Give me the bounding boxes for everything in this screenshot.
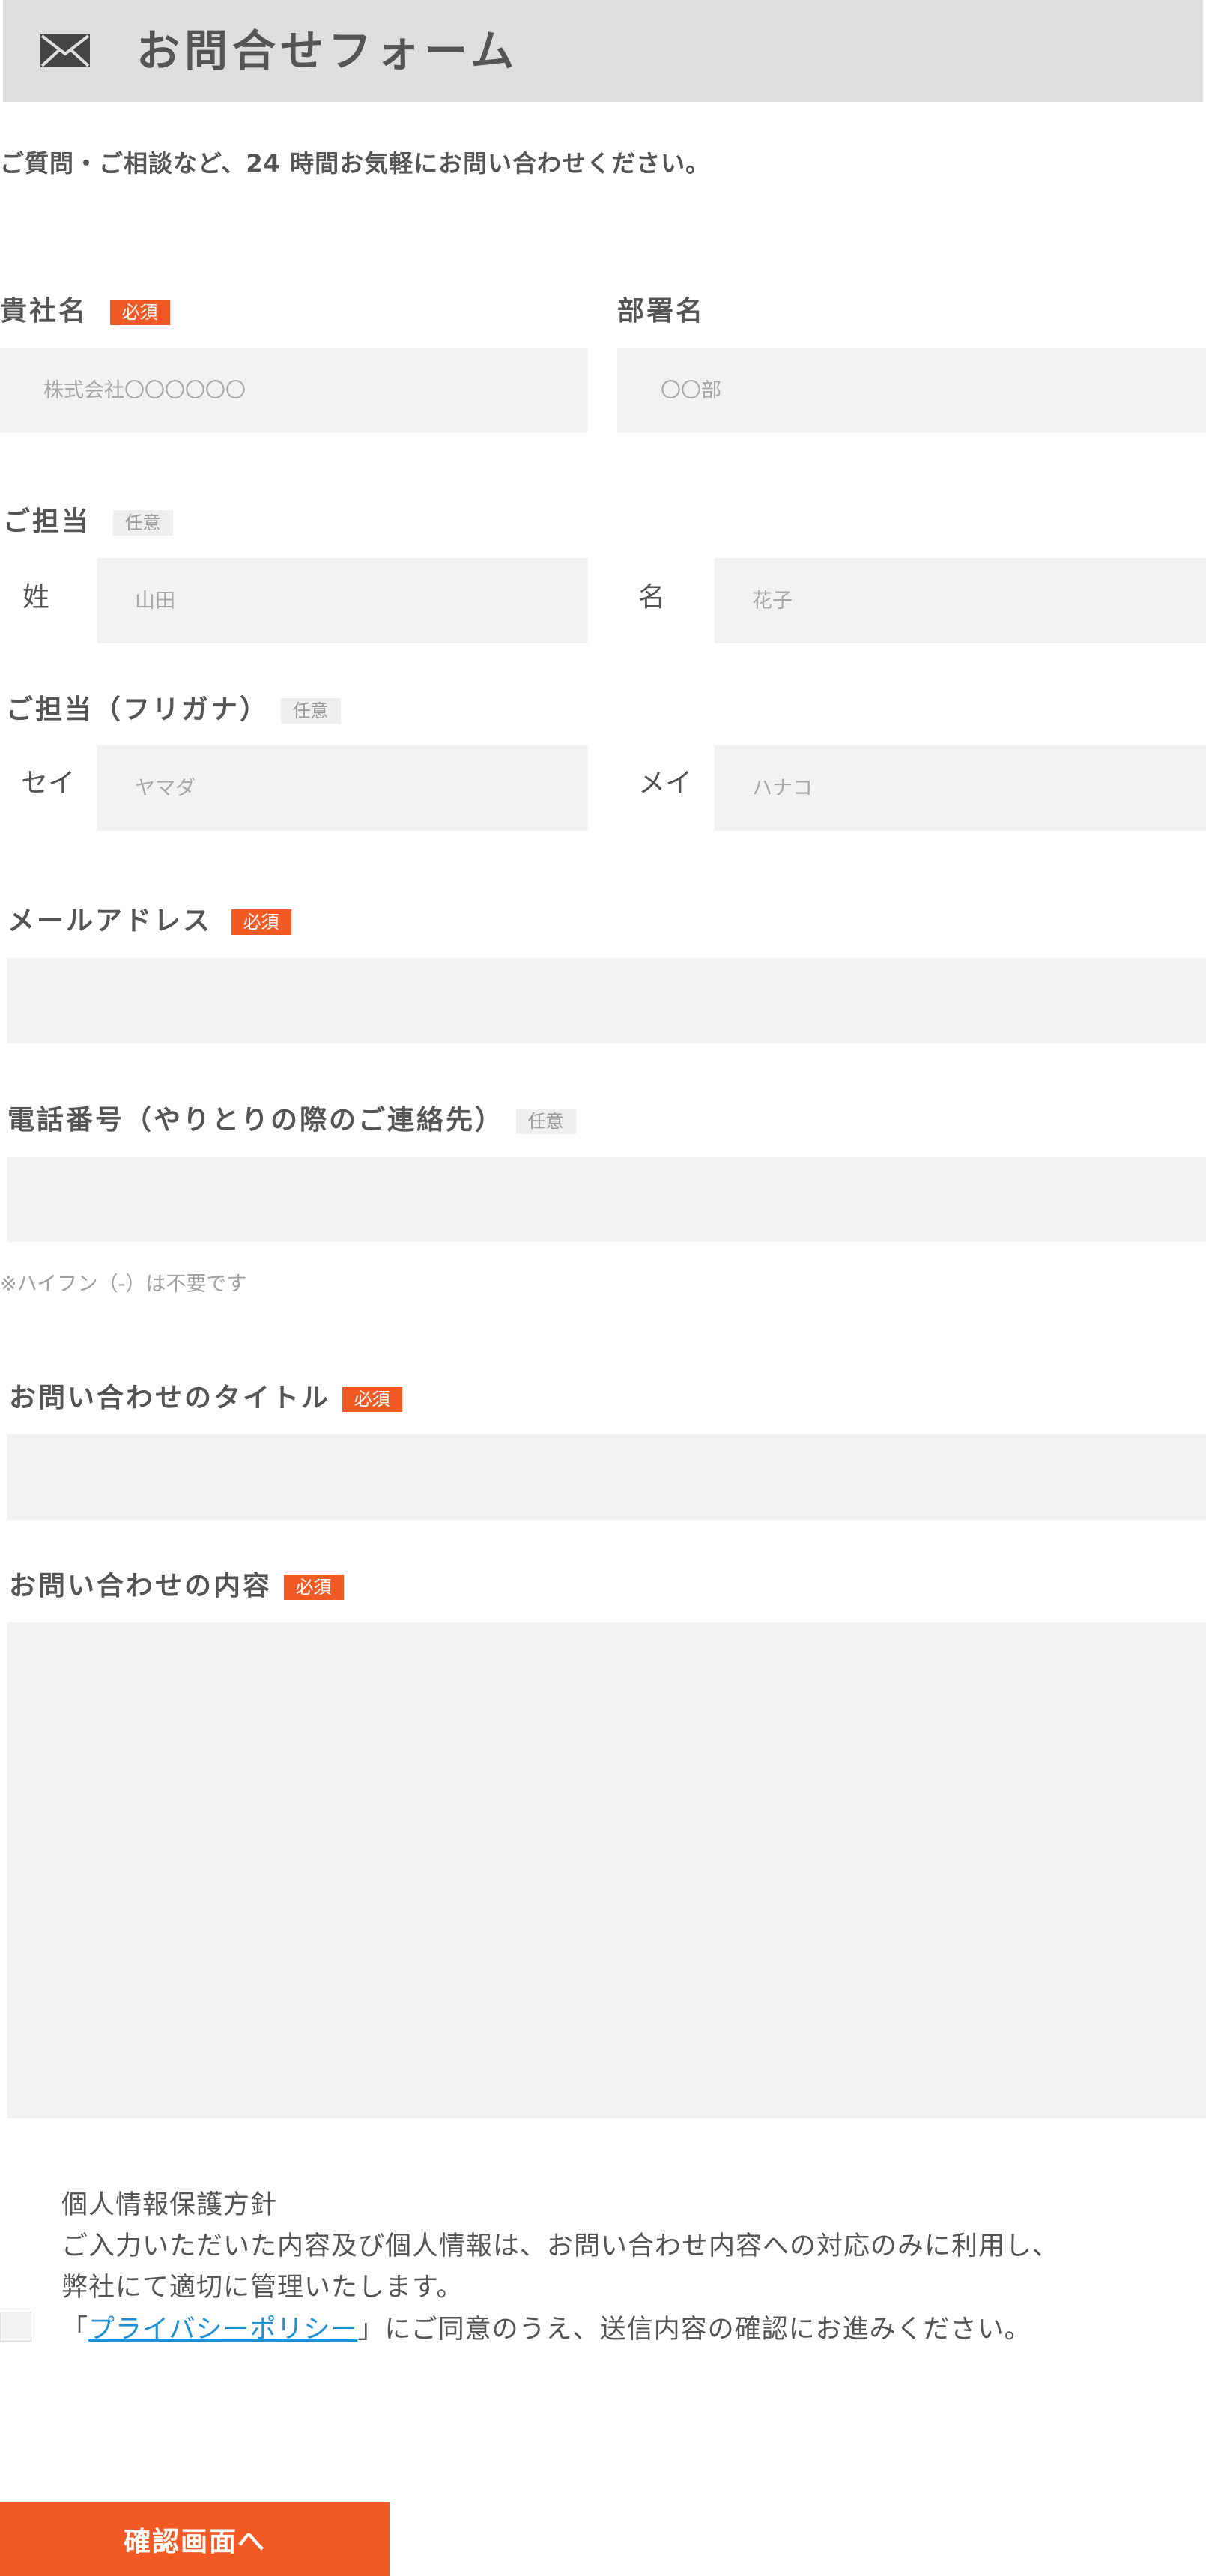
subject-label-text: お問い合わせのタイトル (9, 1383, 331, 1413)
privacy-policy-link[interactable]: プライバシーポリシー (88, 2315, 357, 2345)
kana-last-label: セイ (21, 768, 76, 798)
subject-input[interactable] (7, 1434, 1206, 1520)
phone-label: 電話番号（やりとりの際のご連絡先） 任意 (7, 1103, 576, 1139)
phone-note: ※ハイフン（-）は不要です (0, 1273, 247, 1296)
message-label: お問い合わせの内容 必須 (9, 1569, 344, 1604)
envelope-icon (40, 34, 90, 67)
email-input[interactable] (7, 958, 1206, 1043)
intro-text: ご質問・ご相談など、24 時間お気軽にお問い合わせください。 (0, 149, 711, 178)
phone-input[interactable] (7, 1157, 1206, 1242)
kana-label: ご担当（フリガナ） 任意 (6, 692, 341, 728)
department-label: 部署名 (617, 296, 706, 327)
company-label: 貴社名 必須 (0, 294, 170, 330)
form-header: お問合せフォーム (3, 0, 1203, 102)
email-label-text: メールアドレス (7, 906, 213, 936)
kana-first-label: メイ (638, 768, 693, 798)
privacy-consent-line: 「プライバシーポリシー」にご同意のうえ、送信内容の確認にお進みください。 (61, 2309, 1031, 2351)
phone-label-text: 電話番号（やりとりの際のご連絡先） (7, 1105, 505, 1136)
first-name-label: 名 (638, 582, 666, 613)
kana-first-input[interactable] (715, 745, 1206, 831)
first-name-input[interactable] (715, 558, 1206, 643)
confirm-button[interactable]: 確認画面へ (0, 2502, 390, 2576)
privacy-line-2: 弊社にて適切に管理いたします。 (61, 2273, 464, 2303)
agree-checkbox[interactable] (0, 2312, 31, 2342)
page-title: お問合せフォーム (136, 25, 519, 76)
company-label-text: 貴社名 (0, 296, 88, 327)
required-badge: 必須 (342, 1387, 402, 1412)
kana-label-text: ご担当（フリガナ） (6, 694, 270, 725)
message-textarea[interactable] (7, 1622, 1206, 2118)
required-badge: 必須 (231, 909, 291, 935)
company-input[interactable] (0, 348, 588, 433)
privacy-title: 個人情報保護方針 (61, 2190, 278, 2220)
optional-badge: 任意 (112, 510, 173, 536)
person-label-text: ご担当 (3, 506, 91, 537)
department-input[interactable] (617, 348, 1206, 433)
email-label: メールアドレス 必須 (7, 903, 291, 939)
consent-text: 」にご同意のうえ、送信内容の確認にお進みください。 (357, 2315, 1031, 2345)
privacy-line-1: ご入力いただいた内容及び個人情報は、お問い合わせ内容への対応のみに利用し、 (61, 2231, 1060, 2261)
optional-badge: 任意 (280, 698, 341, 724)
kana-last-input[interactable] (97, 745, 588, 831)
required-badge: 必須 (109, 300, 170, 325)
last-name-label: 姓 (22, 582, 50, 613)
optional-badge: 任意 (515, 1109, 576, 1134)
subject-label: お問い合わせのタイトル 必須 (9, 1381, 402, 1416)
person-label: ご担当 任意 (3, 504, 173, 540)
last-name-input[interactable] (97, 558, 588, 643)
message-label-text: お問い合わせの内容 (9, 1571, 273, 1601)
consent-bracket-open: 「 (61, 2315, 89, 2345)
required-badge: 必須 (283, 1575, 344, 1600)
